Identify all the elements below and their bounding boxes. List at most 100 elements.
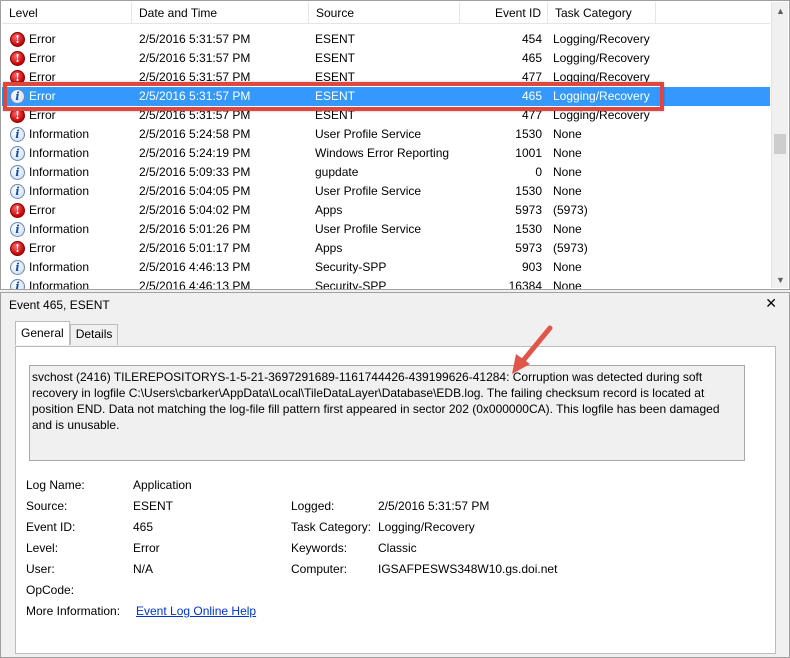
cell-level: ! Error [2,239,132,258]
level-text: Information [29,165,90,179]
cell-date: 2/5/2016 5:04:02 PM [139,203,251,217]
info-icon: i [10,165,25,180]
value-keywords: Classic [378,541,417,555]
cell-event-id: 465 [521,89,542,103]
cell-task-category: (5973) [553,241,588,255]
info-icon: i [10,222,25,237]
cell-event-id: 0 [535,165,542,179]
level-text: Error [29,32,56,46]
level-text: Error [29,108,56,122]
level-text: Information [29,146,90,160]
cell-event-id: 5973 [515,203,542,217]
cell-date: 2/5/2016 5:24:19 PM [139,146,251,160]
level-text: Error [29,51,56,65]
cell-date: 2/5/2016 4:46:13 PM [139,260,251,274]
error-icon: ! [10,32,25,47]
cell-source: Security-SPP [315,279,387,290]
cell-event-id: 465 [521,51,542,65]
cell-level: ! Error [2,30,132,49]
cell-level: i Information [2,220,132,239]
value-level: Error [133,541,160,555]
tab-details[interactable]: Details [69,324,119,345]
scroll-down-icon[interactable]: ▼ [772,271,789,288]
cell-task-category: None [553,222,582,236]
cell-task-category: None [553,184,582,198]
details-tabs: General Details [15,321,119,345]
scroll-up-icon[interactable]: ▲ [772,2,789,19]
table-row[interactable]: i Information 2/5/2016 5:04:05 PM User Prof… [2,182,770,201]
table-row[interactable]: i Information 2/5/2016 5:01:26 PM User Prof… [2,220,770,239]
error-icon: ! [10,51,25,66]
cell-source: User Profile Service [315,184,422,198]
column-header-date[interactable]: Date and Time [132,2,309,24]
cell-level: i Information [2,182,132,201]
cell-source: Windows Error Reporting [315,146,450,160]
column-header-level[interactable]: Level [2,2,132,24]
label-level: Level: [26,541,59,555]
level-text: Information [29,260,90,274]
vertical-scrollbar[interactable]: ▲ ▼ [771,2,788,288]
table-row[interactable]: ! Error 2/5/2016 5:31:57 PM ESENT 454 Logging… [2,30,770,49]
table-row[interactable]: ! Error 2/5/2016 5:01:17 PM Apps 5973 (5973) [2,239,770,258]
info-icon: i [10,146,25,161]
cell-event-id: 454 [521,32,542,46]
cell-source: User Profile Service [315,222,422,236]
tab-general[interactable]: General [15,321,70,345]
table-row-selected[interactable]: i Error 2/5/2016 5:31:57 PM ESENT 465 Logging… [2,87,770,106]
table-row[interactable]: i Information 2/5/2016 5:24:58 PM User Prof… [2,125,770,144]
value-source: ESENT [133,499,174,513]
table-row[interactable]: i Information 2/5/2016 5:09:33 PM gupdate 0 N… [2,163,770,182]
label-task-category: Task Category: [291,520,372,534]
cell-event-id: 477 [521,108,542,122]
label-log-name: Log Name: [26,478,85,492]
label-logged: Logged: [291,499,335,513]
column-header-task-category[interactable]: Task Category [548,2,656,24]
table-row[interactable]: ! Error 2/5/2016 5:04:02 PM Apps 5973 (5973) [2,201,770,220]
level-text: Error [29,89,56,103]
event-description[interactable]: svchost (2416) TILEREPOSITORYS-1-5-21-36… [29,365,745,461]
cell-task-category: Logging/Recovery [553,108,650,122]
label-event-id: Event ID: [26,520,76,534]
level-text: Information [29,184,90,198]
event-log-online-help-link[interactable]: Event Log Online Help [136,604,256,618]
info-icon: i [10,127,25,142]
cell-task-category: None [553,279,582,290]
cell-date: 2/5/2016 5:24:58 PM [139,127,251,141]
value-computer: IGSAFPESWS348W10.gs.doi.net [378,562,558,576]
value-logged: 2/5/2016 5:31:57 PM [378,499,490,513]
general-tab-content: svchost (2416) TILEREPOSITORYS-1-5-21-36… [15,346,776,654]
label-keywords: Keywords: [291,541,348,555]
cell-event-id: 1530 [515,127,542,141]
cell-event-id: 16384 [508,279,542,290]
error-icon: ! [10,70,25,85]
cell-level: ! Error [2,49,132,68]
info-icon: i [10,279,25,289]
column-header-event-id[interactable]: Event ID [460,2,548,24]
cell-date: 2/5/2016 4:46:13 PM [139,279,251,290]
table-row[interactable]: ! Error 2/5/2016 5:31:57 PM ESENT 477 Logging… [2,106,770,125]
event-details-pane: Event 465, ESENT ✕ General Details svcho… [0,292,790,658]
cell-task-category: Logging/Recovery [553,51,650,65]
cell-level: i Information [2,163,132,182]
scroll-thumb[interactable] [774,134,786,154]
table-row[interactable]: i Information 2/5/2016 4:46:13 PM Security-… [2,258,770,277]
cell-task-category: None [553,165,582,179]
table-row[interactable]: ! Error 2/5/2016 5:31:57 PM ESENT 477 Logging… [2,68,770,87]
level-text: Information [29,222,90,236]
table-row[interactable]: ! Error 2/5/2016 5:31:57 PM ESENT 465 Logging… [2,49,770,68]
table-row[interactable]: i Information 2/5/2016 5:24:19 PM Windows E… [2,144,770,163]
table-row[interactable]: i Information 2/5/2016 4:46:13 PM Security-… [2,277,770,290]
error-icon: ! [10,241,25,256]
cell-source: ESENT [315,51,356,65]
event-list[interactable]: Level Date and Time Source Event ID Task… [0,0,790,290]
cell-level: ! Error [2,106,132,125]
column-header-source[interactable]: Source [309,2,460,24]
close-icon[interactable]: ✕ [765,295,777,312]
cell-event-id: 1530 [515,222,542,236]
cell-date: 2/5/2016 5:31:57 PM [139,89,251,103]
cell-level: ! Error [2,201,132,220]
cell-date: 2/5/2016 5:01:26 PM [139,222,251,236]
value-user: N/A [133,562,154,576]
cell-task-category: None [553,146,582,160]
cell-source: ESENT [315,32,356,46]
